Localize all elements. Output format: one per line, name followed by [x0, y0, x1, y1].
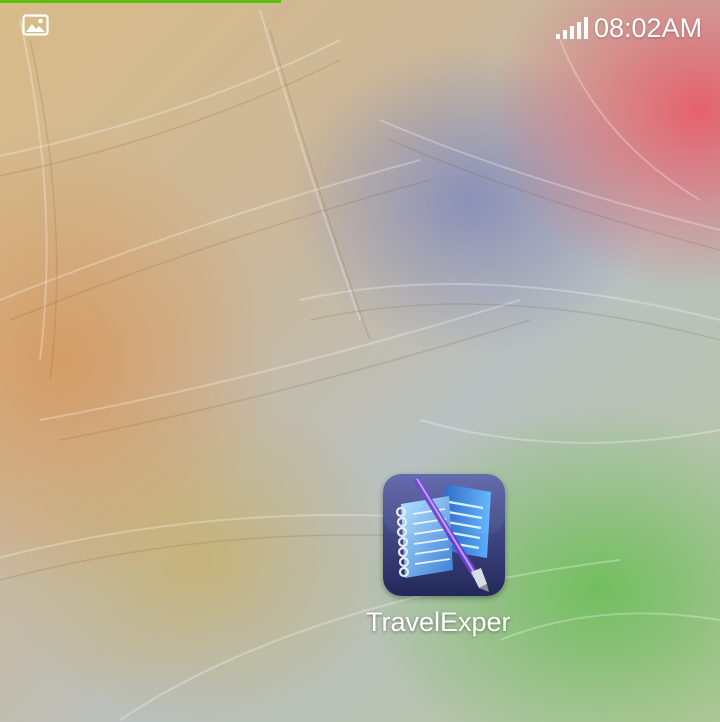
- app-label: TravelExper: [366, 607, 511, 637]
- app-shortcut-travelexper[interactable]: TravelExper: [356, 474, 531, 644]
- home-screen: 08:02AM TravelExper: [0, 0, 720, 722]
- status-bar: 08:02AM: [0, 0, 720, 56]
- gallery-icon: [22, 14, 49, 36]
- notebook-pen-icon: [383, 474, 505, 596]
- signal-bars-icon: [556, 17, 588, 39]
- status-clock: 08:02AM: [594, 13, 703, 43]
